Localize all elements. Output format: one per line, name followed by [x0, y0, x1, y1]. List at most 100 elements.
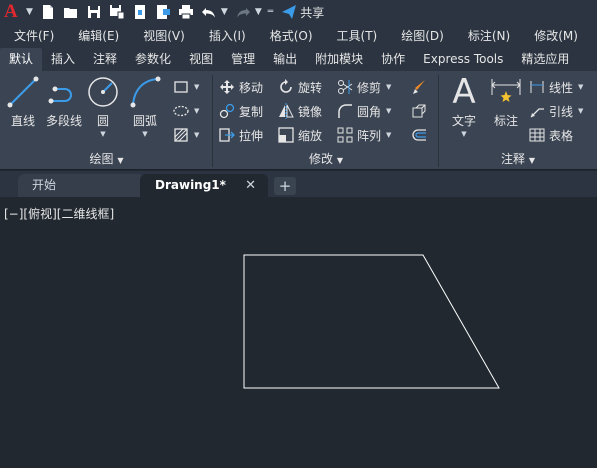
app-menu-caret-icon[interactable]: ▼: [26, 7, 33, 17]
dimension-icon: [491, 79, 521, 102]
drawing-canvas[interactable]: [0, 197, 597, 468]
arc-dropdown-icon[interactable]: ▼: [142, 130, 147, 138]
tab-home[interactable]: 默认: [0, 48, 43, 71]
hatch-button[interactable]: ▼: [173, 125, 199, 145]
text-icon: A: [452, 72, 476, 112]
offset-button[interactable]: [411, 125, 427, 145]
tab-drawing1[interactable]: Drawing1* ✕: [140, 174, 268, 197]
tab-insert[interactable]: 插入: [42, 48, 84, 71]
trim-icon: [338, 80, 353, 94]
ellipse-button[interactable]: ▼: [173, 101, 199, 121]
tab-start[interactable]: 开始: [18, 174, 144, 197]
open-folder-icon[interactable]: [60, 2, 82, 22]
menu-file[interactable]: 文件(F): [0, 27, 54, 44]
move-button[interactable]: 移动: [219, 77, 263, 97]
mirror-button[interactable]: 镜像: [278, 101, 322, 121]
annotation-panel-title[interactable]: 注释 ▼: [439, 150, 597, 168]
new-tab-button[interactable]: +: [274, 177, 296, 195]
modify-panel-title-text: 修改: [309, 152, 334, 166]
close-tab-icon[interactable]: ✕: [245, 174, 256, 197]
undo-dropdown-icon[interactable]: ▼: [221, 7, 228, 17]
scale-button[interactable]: 缩放: [278, 125, 322, 145]
redo-dropdown-icon[interactable]: ▼: [255, 7, 262, 17]
tab-express-tools[interactable]: Express Tools: [414, 48, 512, 71]
print-icon[interactable]: [175, 2, 197, 22]
explode-button[interactable]: [411, 101, 427, 121]
leader-button[interactable]: 引线 ▼: [529, 101, 583, 121]
menu-dimension[interactable]: 标注(N): [454, 27, 510, 44]
stretch-button[interactable]: 拉伸: [219, 125, 263, 145]
dimension-button[interactable]: 标注: [487, 75, 525, 129]
draw-panel: 直线 多段线 圆 ▼ 圆弧 ▼ ▼ ▼ ▼ 绘图 ▼: [0, 71, 213, 170]
drawing-viewport[interactable]: [−][俯视][二维线框]: [0, 197, 597, 468]
copy-button[interactable]: 复制: [219, 101, 263, 121]
customize-qat-icon[interactable]: ═: [268, 7, 273, 17]
tab-manage[interactable]: 管理: [222, 48, 264, 71]
polyline-icon: [48, 86, 72, 104]
hatch-dropdown-icon[interactable]: ▼: [194, 131, 199, 139]
fillet-button[interactable]: 圆角 ▼: [337, 101, 391, 121]
circle-button[interactable]: 圆 ▼: [86, 75, 120, 138]
redo-icon[interactable]: [232, 2, 254, 22]
array-dropdown-icon[interactable]: ▼: [386, 131, 391, 139]
linear-dim-button[interactable]: 线性 ▼: [529, 77, 583, 97]
app-logo[interactable]: A: [4, 1, 26, 23]
save-as-icon[interactable]: [106, 2, 128, 22]
modify-panel-title[interactable]: 修改 ▼: [213, 150, 439, 168]
menu-view[interactable]: 视图(V): [129, 27, 185, 44]
menu-modify[interactable]: 修改(M): [520, 27, 578, 44]
menu-draw[interactable]: 绘图(D): [387, 27, 444, 44]
menu-insert[interactable]: 插入(I): [195, 27, 246, 44]
array-button[interactable]: 阵列 ▼: [337, 125, 391, 145]
stretch-label: 拉伸: [239, 128, 264, 143]
hatch-icon: [174, 128, 188, 142]
menu-tools[interactable]: 工具(T): [323, 27, 378, 44]
rotate-button[interactable]: 旋转: [278, 77, 322, 97]
trim-button[interactable]: 修剪 ▼: [337, 77, 391, 97]
save-to-web-icon[interactable]: [152, 2, 174, 22]
menu-edit[interactable]: 编辑(E): [64, 27, 119, 44]
erase-button[interactable]: [411, 77, 427, 97]
rectangle-dropdown-icon[interactable]: ▼: [194, 83, 199, 91]
modify-panel: 移动 旋转 修剪 ▼ 复制 镜像 圆角 ▼ 拉伸 缩放 阵列 ▼ 修改 ▼: [213, 71, 439, 170]
mirror-icon: [279, 103, 294, 119]
linear-dropdown-icon[interactable]: ▼: [578, 83, 583, 91]
fillet-dropdown-icon[interactable]: ▼: [386, 107, 391, 115]
ellipse-dropdown-icon[interactable]: ▼: [194, 107, 199, 115]
draw-panel-title[interactable]: 绘图 ▼: [0, 150, 213, 168]
document-tabs: 开始 Drawing1* ✕ +: [0, 171, 597, 197]
menu-format[interactable]: 格式(O): [256, 27, 313, 44]
rectangle-icon: [174, 81, 188, 93]
save-icon[interactable]: [83, 2, 105, 22]
trim-dropdown-icon[interactable]: ▼: [386, 83, 391, 91]
arc-button[interactable]: 圆弧 ▼: [128, 75, 162, 138]
leader-label: 引线: [549, 104, 574, 119]
circle-dropdown-icon[interactable]: ▼: [100, 130, 105, 138]
new-file-icon[interactable]: [37, 2, 59, 22]
text-button[interactable]: A 文字 ▼: [447, 75, 481, 138]
open-from-web-icon[interactable]: [129, 2, 151, 22]
table-button[interactable]: 表格: [529, 125, 573, 145]
rectangle-button[interactable]: ▼: [173, 77, 199, 97]
array-label: 阵列: [357, 128, 382, 143]
trim-label: 修剪: [357, 80, 382, 95]
annotation-panel-title-text: 注释: [501, 152, 526, 166]
trapezoid-shape[interactable]: [243, 254, 500, 389]
text-dropdown-icon[interactable]: ▼: [461, 130, 466, 138]
tab-parametric[interactable]: 参数化: [126, 48, 180, 71]
tab-annotate[interactable]: 注释: [84, 48, 126, 71]
tab-view[interactable]: 视图: [180, 48, 222, 71]
line-button[interactable]: 直线: [6, 75, 40, 129]
menu-parametric[interactable]: 参: [588, 27, 597, 44]
tab-addins[interactable]: 附加模块: [306, 48, 372, 71]
rotate-label: 旋转: [298, 80, 323, 95]
leader-dropdown-icon[interactable]: ▼: [578, 107, 583, 115]
tab-featured-apps[interactable]: 精选应用: [512, 48, 578, 71]
polyline-button[interactable]: 多段线: [43, 75, 85, 129]
scale-icon: [278, 127, 294, 143]
tab-collaborate[interactable]: 协作: [372, 48, 414, 71]
tab-output[interactable]: 输出: [264, 48, 306, 71]
undo-icon[interactable]: [198, 2, 220, 22]
share-button[interactable]: 共享: [281, 4, 324, 21]
dimension-label: 标注: [493, 114, 518, 128]
